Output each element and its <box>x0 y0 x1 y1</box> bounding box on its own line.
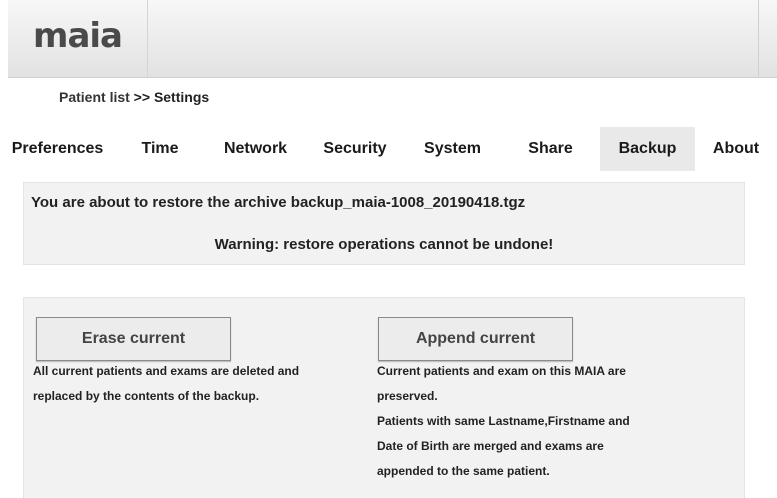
breadcrumb-separator: >> <box>129 89 154 105</box>
tab-system[interactable]: System <box>404 127 501 171</box>
append-description-line: Patients with same Lastname,Firstname an… <box>377 414 630 428</box>
restore-message: You are about to restore the archive bac… <box>31 194 526 211</box>
append-description-line: Current patients and exam on this MAIA a… <box>377 364 626 378</box>
append-description-line: preserved. <box>377 389 438 403</box>
tab-preferences[interactable]: Preferences <box>0 127 115 171</box>
breadcrumb-current: Settings <box>153 89 210 105</box>
maia-logo: maia <box>33 15 123 56</box>
tab-share[interactable]: Share <box>501 127 600 171</box>
breadcrumb: Patient list >> Settings <box>59 89 209 105</box>
tab-about[interactable]: About <box>695 127 777 171</box>
header-divider <box>758 0 759 77</box>
settings-tabs: Preferences Time Network Security System… <box>0 127 777 171</box>
tab-backup[interactable]: Backup <box>600 127 695 171</box>
erase-description: All current patients and exams are delet… <box>33 359 343 409</box>
tab-security[interactable]: Security <box>306 127 404 171</box>
restore-warning: Warning: restore operations cannot be un… <box>214 236 554 253</box>
append-description-line: appended to the same patient. <box>377 464 550 478</box>
logo-container[interactable]: maia <box>8 0 148 77</box>
restore-options-panel: Erase current All current patients and e… <box>23 297 745 498</box>
append-current-button[interactable]: Append current <box>378 317 573 361</box>
tab-network[interactable]: Network <box>205 127 306 171</box>
header-bar: maia <box>8 0 777 78</box>
append-description: Current patients and exam on this MAIA a… <box>377 359 697 484</box>
erase-current-button[interactable]: Erase current <box>36 317 231 361</box>
erase-description-line: All current patients and exams are delet… <box>33 364 300 378</box>
breadcrumb-patient-list-link[interactable]: Patient list <box>59 89 130 105</box>
erase-description-line: replaced by the contents of the backup. <box>33 389 260 403</box>
restore-info-panel: You are about to restore the archive bac… <box>23 182 745 265</box>
append-description-line: Date of Birth are merged and exams are <box>377 439 604 453</box>
tab-time[interactable]: Time <box>115 127 205 171</box>
